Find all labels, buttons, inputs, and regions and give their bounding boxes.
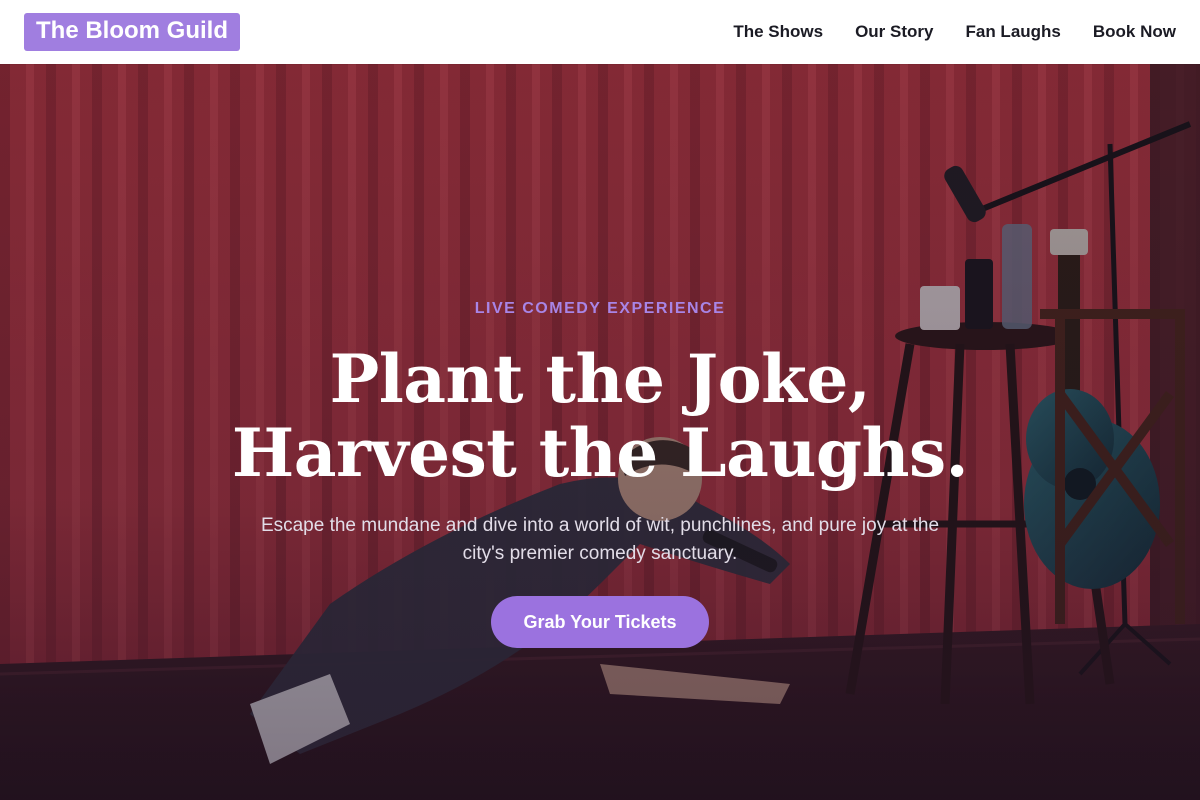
nav-link-book-now[interactable]: Book Now (1093, 21, 1176, 43)
hero-eyebrow: LIVE COMEDY EXPERIENCE (474, 300, 726, 317)
grab-tickets-button[interactable]: Grab Your Tickets (491, 596, 709, 648)
brand-logo[interactable]: The Bloom Guild (24, 13, 240, 51)
headline-line-1: Plant the Joke, (329, 340, 871, 418)
hero-headline: Plant the Joke, Harvest the Laughs. (231, 340, 969, 492)
hero-content: LIVE COMEDY EXPERIENCE Plant the Joke, H… (0, 64, 1200, 800)
main-nav: The Shows Our Story Fan Laughs Book Now (733, 21, 1176, 43)
nav-link-our-story[interactable]: Our Story (855, 21, 933, 43)
hero-subtext: Escape the mundane and dive into a world… (260, 515, 940, 564)
hero-section: LIVE COMEDY EXPERIENCE Plant the Joke, H… (0, 64, 1200, 800)
nav-link-fan-laughs[interactable]: Fan Laughs (965, 21, 1060, 43)
site-header: The Bloom Guild The Shows Our Story Fan … (0, 0, 1200, 64)
headline-line-2: Harvest the Laughs. (231, 414, 969, 492)
nav-link-the-shows[interactable]: The Shows (733, 21, 823, 43)
